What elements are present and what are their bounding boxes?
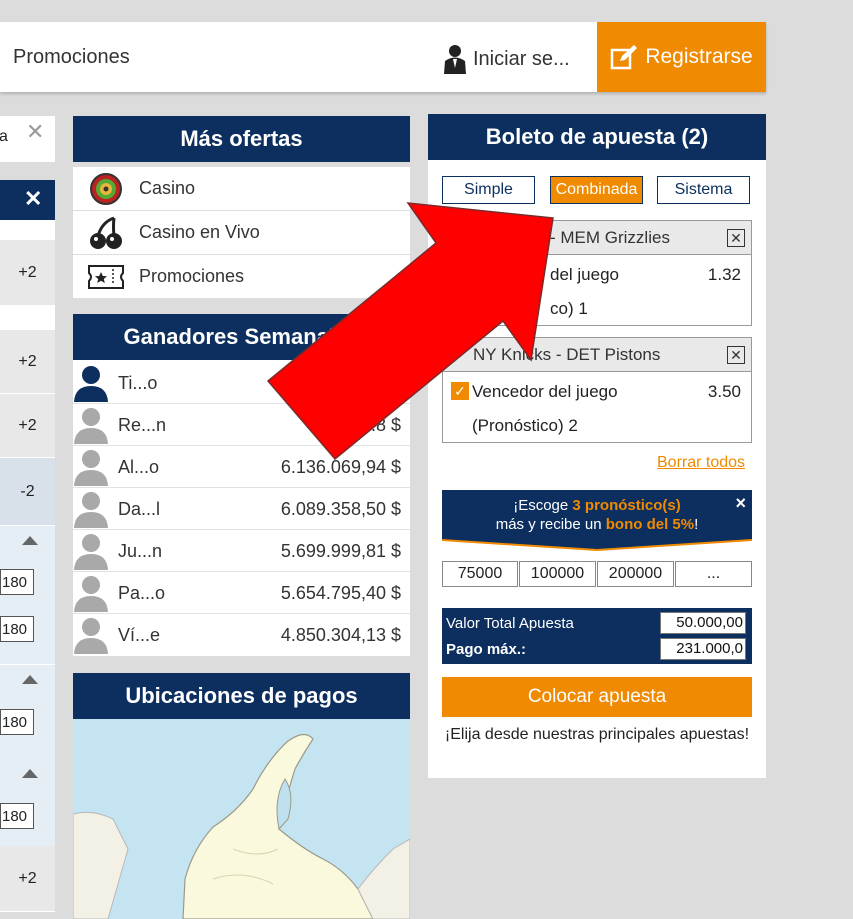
annotation-arrow bbox=[266, 202, 554, 461]
